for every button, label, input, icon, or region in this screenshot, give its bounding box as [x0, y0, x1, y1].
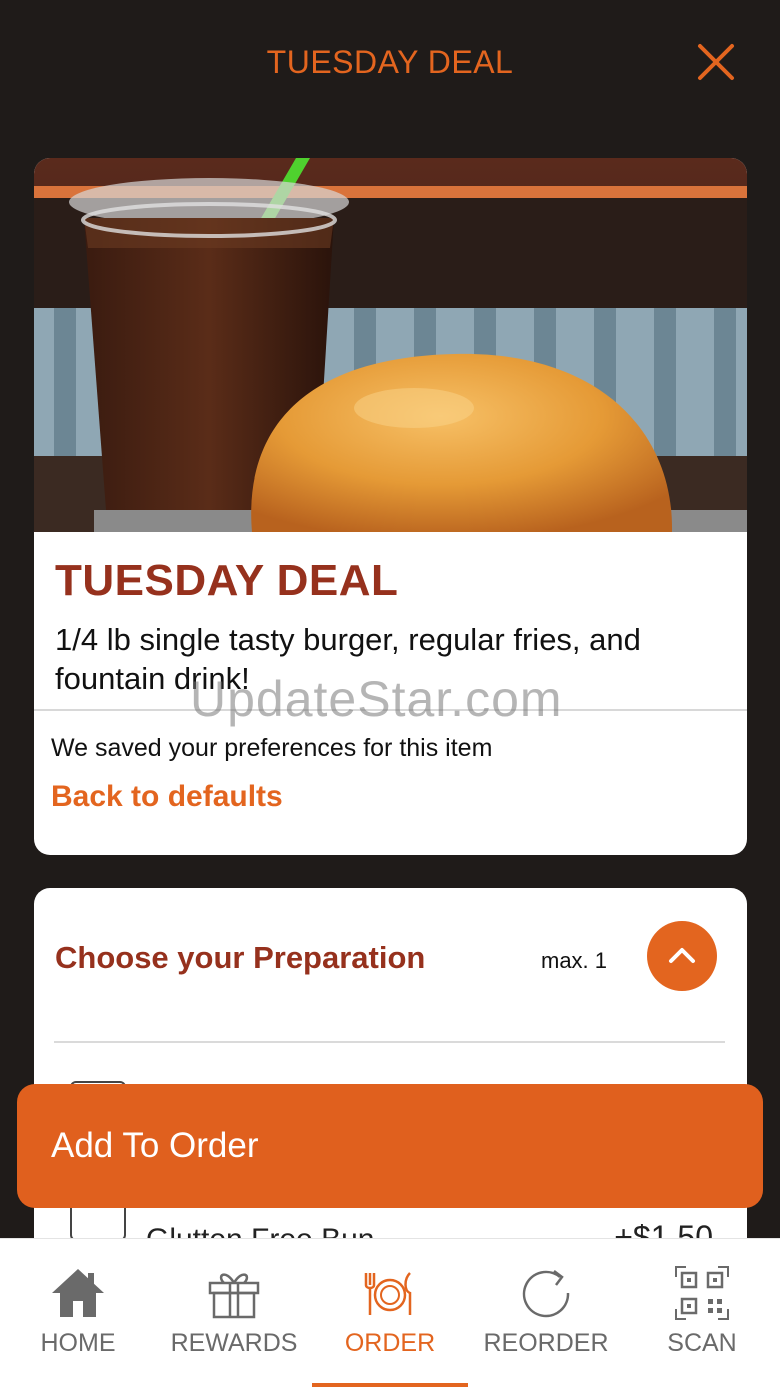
chevron-up-icon: [669, 948, 695, 963]
add-to-order-label: Add To Order: [51, 1126, 259, 1165]
plate-utensils-icon: [364, 1272, 412, 1315]
bottom-nav: HOME REWARDS ORDER REORDER SCAN: [0, 1238, 780, 1387]
nav-label: ORDER: [344, 1329, 436, 1357]
preferences-notice: We saved your preferences for this item: [51, 734, 493, 762]
collapse-preparation-button[interactable]: [647, 921, 717, 991]
back-to-defaults-link[interactable]: Back to defaults: [51, 780, 283, 814]
preparation-title: Choose your Preparation: [55, 940, 426, 975]
home-icon: [52, 1269, 104, 1317]
active-tab-indicator: [312, 1383, 468, 1387]
nav-label: SCAN: [667, 1329, 737, 1357]
gift-icon: [208, 1273, 260, 1319]
nav-item-rewards[interactable]: REWARDS: [156, 1239, 312, 1387]
preparation-max-count: max. 1: [541, 948, 608, 973]
nav-item-reorder[interactable]: REORDER: [468, 1239, 624, 1387]
nav-item-order[interactable]: ORDER: [312, 1239, 468, 1387]
close-button[interactable]: [694, 40, 738, 84]
page-title: TUESDAY DEAL: [266, 44, 514, 80]
refresh-icon: [522, 1270, 570, 1318]
nav-label: REWARDS: [170, 1329, 298, 1357]
divider: [34, 709, 747, 711]
deal-card: TUESDAY DEAL 1/4 lb single tasty burger,…: [34, 158, 747, 855]
qr-code-icon: [675, 1266, 729, 1320]
top-bar: TUESDAY DEAL: [0, 0, 780, 128]
add-to-order-button[interactable]: Add To Order: [17, 1084, 763, 1208]
deal-description: 1/4 lb single tasty burger, regular frie…: [55, 622, 641, 696]
nav-item-scan[interactable]: SCAN: [624, 1239, 780, 1387]
nav-item-home[interactable]: HOME: [0, 1239, 156, 1387]
divider: [54, 1041, 725, 1043]
nav-label: REORDER: [483, 1329, 609, 1357]
nav-label: HOME: [40, 1329, 116, 1357]
burger-and-drink-photo: [34, 158, 747, 532]
deal-title: TUESDAY DEAL: [55, 556, 399, 605]
close-icon: [698, 44, 734, 80]
